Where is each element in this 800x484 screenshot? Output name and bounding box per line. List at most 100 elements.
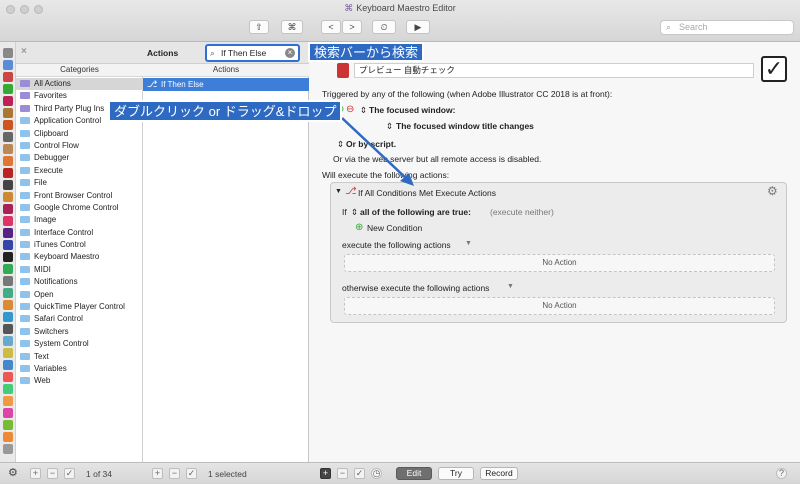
trigger-type-chevron-icon[interactable]: ⇕ [360, 105, 367, 116]
group-icon[interactable] [3, 120, 13, 130]
group-icon[interactable] [3, 192, 13, 202]
category-item[interactable]: Notifications [16, 276, 143, 288]
group-icon[interactable] [3, 324, 13, 334]
group-icon[interactable] [3, 360, 13, 370]
condition-mode-chevron-icon[interactable]: ⇕ [351, 207, 358, 218]
category-item[interactable]: Google Chrome Control [16, 202, 143, 214]
group-icon[interactable] [3, 180, 13, 190]
category-item[interactable]: Front Browser Control [16, 190, 143, 202]
group-icon[interactable] [3, 204, 13, 214]
category-item[interactable]: Keyboard Maestro [16, 251, 143, 263]
category-item[interactable]: System Control [16, 338, 143, 350]
run-button[interactable]: ▶ [406, 20, 430, 34]
group-icon[interactable] [3, 84, 13, 94]
help-button[interactable]: ? [776, 468, 787, 479]
category-item[interactable]: Clipboard [16, 128, 143, 140]
share-button[interactable]: ⇧ [249, 20, 269, 34]
group-icon[interactable] [3, 216, 13, 226]
group-icon[interactable] [3, 348, 13, 358]
group-icon[interactable] [3, 108, 13, 118]
try-button[interactable]: Try [438, 467, 474, 480]
history-button[interactable]: ⏲ [372, 20, 396, 34]
group-icon[interactable] [3, 312, 13, 322]
new-trigger-chevron-icon[interactable]: ⇕ [337, 139, 344, 150]
enable-macro-button[interactable]: ✓ [186, 468, 197, 479]
disclosure-triangle-icon[interactable]: ▼ [335, 188, 342, 195]
chevron-down-icon[interactable]: ▼ [465, 240, 472, 247]
group-icon[interactable] [3, 144, 13, 154]
group-icon[interactable] [3, 384, 13, 394]
record-button[interactable]: Record [480, 467, 518, 480]
add-condition-icon[interactable]: ⊕ [355, 222, 363, 233]
category-item[interactable]: Execute [16, 165, 143, 177]
category-item[interactable]: All Actions [16, 78, 143, 91]
remove-action-button[interactable]: − [337, 468, 348, 479]
group-icon[interactable] [3, 408, 13, 418]
group-icon[interactable] [3, 228, 13, 238]
remove-trigger-icon[interactable]: ⊖ [346, 104, 354, 115]
group-icon[interactable] [3, 168, 13, 178]
category-item[interactable]: Open [16, 289, 143, 301]
category-item[interactable]: Interface Control [16, 227, 143, 239]
group-icon[interactable] [3, 96, 13, 106]
close-icon[interactable]: × [21, 46, 27, 57]
category-item[interactable]: Web [16, 375, 143, 387]
search-input[interactable]: ⌕ Search [660, 20, 794, 35]
group-icon[interactable] [3, 72, 13, 82]
chevron-down-icon[interactable]: ▼ [507, 283, 514, 290]
macro-group-icon-strip[interactable] [0, 42, 16, 462]
group-icon[interactable] [3, 60, 13, 70]
add-action-button[interactable]: + [320, 468, 331, 479]
gear-icon[interactable]: ⚙ [767, 184, 778, 198]
category-item[interactable]: Text [16, 351, 143, 363]
enable-macro-checkbox[interactable]: ✓ [761, 56, 787, 82]
enable-group-button[interactable]: ✓ [64, 468, 75, 479]
category-item[interactable]: Switchers [16, 326, 143, 338]
category-item[interactable]: File [16, 177, 143, 189]
trigger-detail-chevron-icon[interactable]: ⇕ [386, 121, 393, 132]
clock-icon[interactable]: ◷ [371, 468, 382, 479]
group-icon[interactable] [3, 420, 13, 430]
trigger-detail-select[interactable]: The focused window title changes [396, 121, 534, 131]
action-item-if-then-else[interactable]: ⎇ If Then Else [143, 78, 309, 91]
group-icon[interactable] [3, 48, 13, 58]
new-condition-button[interactable]: New Condition [367, 223, 422, 233]
clear-search-icon[interactable]: × [285, 48, 295, 58]
group-icon[interactable] [3, 288, 13, 298]
group-icon[interactable] [3, 240, 13, 250]
group-icon[interactable] [3, 264, 13, 274]
back-button[interactable]: < [321, 20, 341, 34]
remove-group-button[interactable]: − [47, 468, 58, 479]
group-icon[interactable] [3, 432, 13, 442]
condition-mode-select[interactable]: all of the following are true: [360, 207, 471, 217]
shortcut-button[interactable]: ⌘ [281, 20, 303, 34]
group-icon[interactable] [3, 372, 13, 382]
macro-name-field[interactable]: プレビュー 自動チェック [354, 63, 754, 78]
category-item[interactable]: Variables [16, 363, 143, 375]
category-item[interactable]: QuickTime Player Control [16, 301, 143, 313]
then-actions-drop-zone[interactable]: No Action [344, 254, 775, 272]
remove-macro-button[interactable]: − [169, 468, 180, 479]
group-icon[interactable] [3, 336, 13, 346]
edit-button[interactable]: Edit [396, 467, 432, 480]
group-icon[interactable] [3, 252, 13, 262]
category-item[interactable]: MIDI [16, 264, 143, 276]
add-group-button[interactable]: + [30, 468, 41, 479]
gear-icon[interactable]: ⚙ [8, 466, 18, 479]
category-item[interactable]: Image [16, 214, 143, 226]
category-item[interactable]: Safari Control [16, 313, 143, 325]
category-item[interactable]: Debugger [16, 152, 143, 164]
if-then-else-action[interactable]: ▼ ⎇ If All Conditions Met Execute Action… [330, 182, 787, 323]
forward-button[interactable]: > [342, 20, 362, 34]
group-icon[interactable] [3, 156, 13, 166]
category-item[interactable]: iTunes Control [16, 239, 143, 251]
group-icon[interactable] [3, 276, 13, 286]
group-icon[interactable] [3, 396, 13, 406]
macro-icon[interactable] [337, 63, 349, 78]
group-icon[interactable] [3, 132, 13, 142]
category-item[interactable]: Control Flow [16, 140, 143, 152]
enable-action-button[interactable]: ✓ [354, 468, 365, 479]
action-search-input[interactable]: ⌕ If Then Else × [205, 44, 300, 62]
group-icon[interactable] [3, 444, 13, 454]
add-macro-button[interactable]: + [152, 468, 163, 479]
